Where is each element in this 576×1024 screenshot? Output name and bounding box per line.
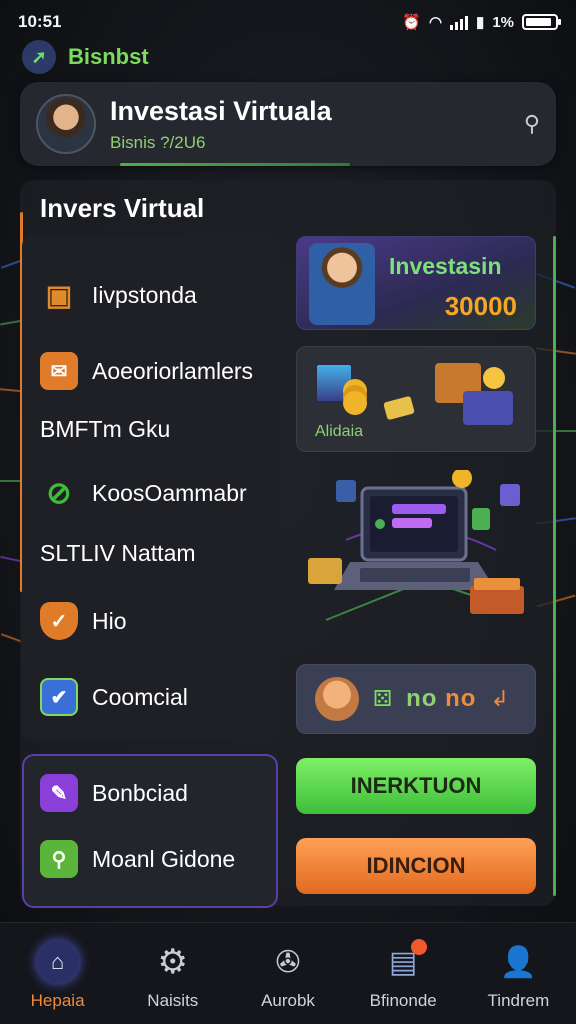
menu-item-label: Hio xyxy=(92,607,127,634)
nav-item-explore[interactable]: ✇ Aurobk xyxy=(230,923,345,1024)
menu-item-label: Aoeoriorlamlers xyxy=(92,357,254,384)
assets-card[interactable]: Alidaia xyxy=(296,346,536,452)
cash-icon xyxy=(383,395,415,421)
battery-icon xyxy=(522,14,561,30)
wifi-icon: ◠ xyxy=(428,14,443,31)
menu-item-aoeoriorlamlers[interactable]: ✉ Aoeoriorlamlers xyxy=(40,352,253,390)
bottom-navigation: ⌂ Hepaia ⚙ Naisits ✇ Aurobk ▤ Bfinonde 👤… xyxy=(0,922,576,1024)
boxes-icon: ▣ xyxy=(45,279,73,311)
status-time: 10:51 xyxy=(18,12,62,31)
laptop-illustration xyxy=(308,470,524,621)
investment-card[interactable]: Investasin 30000 xyxy=(296,236,536,330)
avatar[interactable] xyxy=(36,94,96,154)
coins-icon xyxy=(343,391,367,415)
investment-label: Investasin xyxy=(389,253,502,279)
menu-item-bmftm-gku[interactable]: BMFTm Gku xyxy=(40,416,170,443)
menu-item-label: SLTLIV Nattam xyxy=(40,540,196,566)
menu-item-iivpstonda[interactable]: ▣ Iivpstonda xyxy=(40,276,197,314)
primary-action-button[interactable]: INERKTUON xyxy=(296,758,536,814)
nav-label: Bfinonde xyxy=(369,991,437,1010)
nav-item-documents[interactable]: ▤ Bfinonde xyxy=(346,923,461,1024)
shield-icon: ✓ xyxy=(40,602,78,640)
sim-icon: ▮ xyxy=(476,14,485,31)
menu-item-koosoammabr[interactable]: ⊘ KoosOammabr xyxy=(40,474,247,512)
notification-badge xyxy=(410,939,427,955)
status-icons: ⏰ ◠ ▮ 1% xyxy=(402,13,561,31)
profile-card[interactable]: Investasi Virtuala Bisnis ?/2U6 ⚲ xyxy=(20,82,556,166)
status-bar: 10:51 ⏰ ◠ ▮ 1% xyxy=(0,0,576,44)
menu-item-bonbciad[interactable]: ✎ Bonbciad xyxy=(40,774,188,812)
menu-item-label: KoosOammabr xyxy=(92,479,247,506)
gift-icon: ✎ xyxy=(40,774,78,812)
profile-subtitle: Bisnis ?/2U6 xyxy=(110,132,206,152)
nav-item-profile[interactable]: 👤 Tindrem xyxy=(461,923,576,1024)
menu-item-hio[interactable]: ✓ Hio xyxy=(40,602,127,640)
home-icon: ⌂ xyxy=(36,941,79,983)
wallet-icon xyxy=(463,391,513,425)
menu-item-label: BMFTm Gku xyxy=(40,416,171,442)
assets-label: Alidaia xyxy=(315,423,364,440)
nav-item-home[interactable]: ⌂ Hepaia xyxy=(0,923,115,1024)
search-icon: ⚲ xyxy=(40,840,78,878)
menu-item-label: Iivpstonda xyxy=(92,281,197,308)
character-avatar xyxy=(315,677,359,721)
menu-item-coomcial[interactable]: ✔ Coomcial xyxy=(40,678,188,716)
user-icon: 👤 xyxy=(499,945,538,979)
signal-icon xyxy=(450,14,469,30)
nav-label: Naisits xyxy=(147,991,199,1010)
mail-icon: ✉ xyxy=(40,352,78,390)
arrow-icon: ↲ xyxy=(490,686,509,711)
businessman-illustration xyxy=(309,243,375,325)
nav-item-settings[interactable]: ⚙ Naisits xyxy=(115,923,230,1024)
arrow-logo-icon[interactable]: ➚ xyxy=(22,40,56,74)
battery-percent: 1% xyxy=(492,13,514,31)
slash-icon: ⊘ xyxy=(46,476,72,510)
check-icon: ✔ xyxy=(40,678,78,716)
menu-item-sltliv-nattam[interactable]: SLTLIV Nattam xyxy=(40,540,196,567)
compass-icon: ✇ xyxy=(275,945,301,979)
menu-item-label: Coomcial xyxy=(92,683,188,710)
brand-header: ➚ Bisnbst xyxy=(22,40,149,74)
section-title: Invers Virtual xyxy=(40,193,205,223)
menu-item-moanl-gidone[interactable]: ⚲ Moanl Gidone xyxy=(40,840,235,878)
location-pin-icon[interactable]: ⚲ xyxy=(524,111,540,137)
secondary-menu-card: ✎ Bonbciad ⚲ Moanl Gidone xyxy=(22,754,278,908)
nav-label: Aurobk xyxy=(261,991,315,1010)
coin-icon xyxy=(483,367,505,389)
dice-icon: ⚄ xyxy=(373,686,393,711)
profile-title: Investasi Virtuala xyxy=(110,95,332,126)
menu-item-label: Bonbciad xyxy=(92,779,188,806)
menu-item-label: Moanl Gidone xyxy=(92,845,236,872)
alarm-icon: ⏰ xyxy=(402,14,421,31)
brand-name: Bisnbst xyxy=(68,44,149,69)
secondary-action-button[interactable]: IDINCION xyxy=(296,838,536,894)
nav-label: Tindrem xyxy=(487,991,550,1010)
nav-label: Hepaia xyxy=(30,991,85,1010)
stats-card[interactable]: ⚄ no no ↲ xyxy=(296,664,536,734)
investment-value: 30000 xyxy=(444,291,517,321)
gear-icon: ⚙ xyxy=(157,943,189,981)
stats-value: no no xyxy=(406,685,477,712)
